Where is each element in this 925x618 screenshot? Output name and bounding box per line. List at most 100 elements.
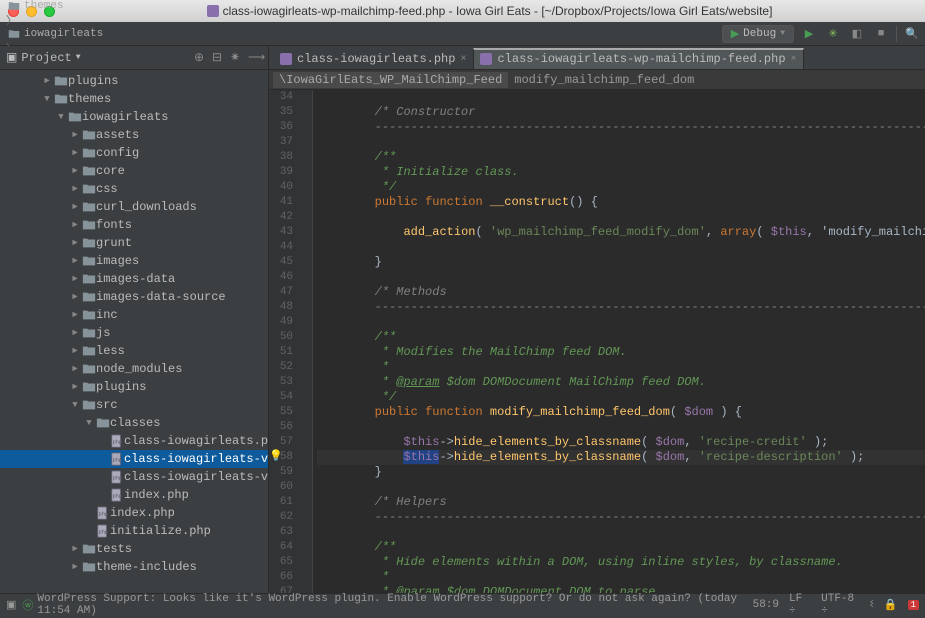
- code-line[interactable]: /**: [317, 330, 925, 345]
- tree-node[interactable]: ►plugins: [0, 72, 268, 90]
- tree-node[interactable]: ►assets: [0, 126, 268, 144]
- tree-node[interactable]: ▼themes: [0, 90, 268, 108]
- code-line[interactable]: * Hide elements within a DOM, using inli…: [317, 555, 925, 570]
- twist-icon[interactable]: ►: [70, 166, 80, 176]
- tree-node[interactable]: ►plugins: [0, 378, 268, 396]
- code-editor[interactable]: /* Constructor -------------------------…: [313, 90, 925, 593]
- code-line[interactable]: /* Constructor: [317, 105, 925, 120]
- tree-node[interactable]: phpclass-iowagirleats.p: [0, 432, 268, 450]
- code-line[interactable]: }: [317, 465, 925, 480]
- readonly-lock-icon[interactable]: 🔒: [884, 598, 898, 612]
- twist-icon[interactable]: ►: [70, 220, 80, 230]
- intention-bulb-icon[interactable]: 💡: [269, 450, 283, 465]
- stop-icon[interactable]: ■: [872, 25, 890, 43]
- run-icon[interactable]: ▶: [800, 25, 818, 43]
- twist-icon[interactable]: ►: [70, 364, 80, 374]
- code-line[interactable]: */: [317, 390, 925, 405]
- tree-node[interactable]: ►grunt: [0, 234, 268, 252]
- twist-icon[interactable]: ►: [70, 238, 80, 248]
- tree-node[interactable]: ►js: [0, 324, 268, 342]
- code-line[interactable]: *: [317, 360, 925, 375]
- code-line[interactable]: [317, 240, 925, 255]
- line-separator[interactable]: LF ÷: [789, 593, 811, 617]
- tree-node[interactable]: phpclass-iowagirleats-v: [0, 450, 268, 468]
- twist-icon[interactable]: ►: [70, 130, 80, 140]
- code-line[interactable]: [317, 420, 925, 435]
- code-line[interactable]: [317, 480, 925, 495]
- twist-icon[interactable]: ►: [70, 310, 80, 320]
- close-tab-icon[interactable]: ×: [791, 54, 797, 65]
- editor-tab[interactable]: class-iowagirleats.php×: [273, 48, 473, 69]
- project-tree[interactable]: ►plugins▼themes▼iowagirleats►assets►conf…: [0, 70, 268, 593]
- code-line[interactable]: /**: [317, 150, 925, 165]
- code-line[interactable]: }: [317, 255, 925, 270]
- code-line[interactable]: $this->hide_elements_by_classname( $dom,…: [317, 435, 925, 450]
- code-line[interactable]: [317, 210, 925, 225]
- code-line[interactable]: *: [317, 570, 925, 585]
- tree-node[interactable]: phpindex.php: [0, 486, 268, 504]
- settings-icon[interactable]: ✷: [230, 50, 244, 65]
- fold-column[interactable]: [299, 90, 313, 593]
- code-line[interactable]: /* Methods: [317, 285, 925, 300]
- twist-icon[interactable]: ►: [70, 184, 80, 194]
- code-line[interactable]: [317, 315, 925, 330]
- twist-icon[interactable]: ►: [70, 562, 80, 572]
- code-line[interactable]: [317, 135, 925, 150]
- collapse-icon[interactable]: ⊕: [194, 50, 208, 65]
- search-icon[interactable]: 🔍: [903, 25, 921, 43]
- status-message[interactable]: WordPress Support: Looks like it's WordP…: [37, 593, 752, 617]
- caret-position[interactable]: 58:9: [753, 599, 779, 611]
- code-line[interactable]: public function __construct() {: [317, 195, 925, 210]
- code-line[interactable]: * Initialize class.: [317, 165, 925, 180]
- code-line[interactable]: */: [317, 180, 925, 195]
- tool-window-quick-icon[interactable]: ▣: [6, 598, 16, 612]
- tree-node[interactable]: ►inc: [0, 306, 268, 324]
- editor-tab[interactable]: class-iowagirleats-wp-mailchimp-feed.php…: [473, 48, 803, 69]
- editor-breadcrumb[interactable]: \IowaGirlEats_WP_MailChimp_Feed modify_m…: [269, 70, 925, 90]
- twist-icon[interactable]: ►: [70, 256, 80, 266]
- tree-node[interactable]: ►less: [0, 342, 268, 360]
- twist-icon[interactable]: ►: [70, 382, 80, 392]
- twist-icon[interactable]: ►: [70, 274, 80, 284]
- twist-icon[interactable]: ►: [42, 76, 52, 86]
- code-line[interactable]: /* Helpers: [317, 495, 925, 510]
- breadcrumb-item[interactable]: iowagirleats: [4, 28, 292, 40]
- tree-node[interactable]: phpclass-iowagirleats-v: [0, 468, 268, 486]
- code-line[interactable]: [317, 90, 925, 105]
- twist-icon[interactable]: ►: [70, 544, 80, 554]
- tree-node[interactable]: ►fonts: [0, 216, 268, 234]
- tree-node[interactable]: ►node_modules: [0, 360, 268, 378]
- code-line[interactable]: * @param $dom DOMDocument MailChimp feed…: [317, 375, 925, 390]
- tree-node[interactable]: ►curl_downloads: [0, 198, 268, 216]
- twist-icon[interactable]: ►: [70, 328, 80, 338]
- tree-node[interactable]: ►config: [0, 144, 268, 162]
- tree-node[interactable]: ▼iowagirleats: [0, 108, 268, 126]
- tree-node[interactable]: phpinitialize.php: [0, 522, 268, 540]
- code-line[interactable]: ----------------------------------------…: [317, 510, 925, 525]
- twist-icon[interactable]: ▼: [42, 94, 52, 104]
- debug-icon[interactable]: ✳: [824, 25, 842, 43]
- tree-node[interactable]: ►core: [0, 162, 268, 180]
- notifications-badge[interactable]: 1: [908, 600, 919, 610]
- tree-node[interactable]: phpindex.php: [0, 504, 268, 522]
- twist-icon[interactable]: ►: [70, 148, 80, 158]
- tree-node[interactable]: ►tests: [0, 540, 268, 558]
- twist-icon[interactable]: ▼: [84, 418, 94, 428]
- git-branch-icon[interactable]: ଽ: [870, 599, 874, 611]
- close-tab-icon[interactable]: ×: [460, 54, 466, 65]
- editor-tabs[interactable]: class-iowagirleats.php×class-iowagirleat…: [269, 46, 925, 70]
- run-config-dropdown[interactable]: ▶ Debug ▼: [722, 25, 794, 43]
- twist-icon[interactable]: ▼: [70, 400, 80, 410]
- tree-node[interactable]: ►theme-includes: [0, 558, 268, 576]
- twist-icon[interactable]: ►: [70, 346, 80, 356]
- tree-node[interactable]: ▼classes: [0, 414, 268, 432]
- coverage-icon[interactable]: ◧: [848, 25, 866, 43]
- breadcrumb-item[interactable]: themes: [4, 0, 292, 12]
- code-line[interactable]: * Modifies the MailChimp feed DOM.: [317, 345, 925, 360]
- breadcrumb-method[interactable]: modify_mailchimp_feed_dom: [508, 72, 700, 88]
- twist-icon[interactable]: ►: [70, 292, 80, 302]
- hide-icon[interactable]: ⟶: [248, 50, 262, 65]
- code-line[interactable]: * @param $dom DOMDocument DOM to parse.: [317, 585, 925, 593]
- code-line[interactable]: add_action( 'wp_mailchimp_feed_modify_do…: [317, 225, 925, 240]
- tree-node[interactable]: ▼src: [0, 396, 268, 414]
